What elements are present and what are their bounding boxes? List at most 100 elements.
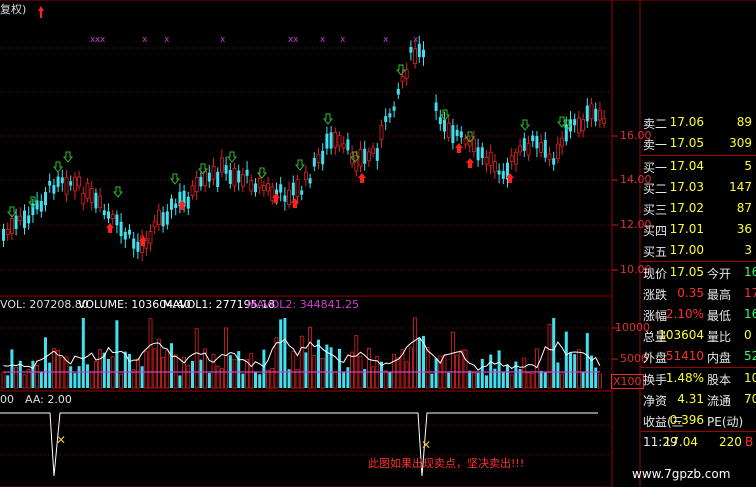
volume-bar xyxy=(102,352,106,388)
volume-bar xyxy=(425,347,430,389)
candle xyxy=(186,191,190,216)
volume-bar xyxy=(123,351,127,388)
candle xyxy=(44,186,47,212)
candle xyxy=(325,126,329,155)
volume-unit: X100 xyxy=(611,374,644,389)
candle xyxy=(388,108,392,123)
volume-bar xyxy=(552,318,556,388)
candle xyxy=(115,210,119,234)
volume-bar xyxy=(450,331,455,389)
volume-bar xyxy=(573,354,577,388)
sell-marker-2: ✕ xyxy=(421,438,431,452)
ask-row[interactable]: 卖二 17.06 89 xyxy=(641,112,756,133)
candle xyxy=(128,224,131,239)
candle xyxy=(9,214,14,240)
candle xyxy=(161,206,165,233)
fund-row: 换手 1.48% 股本 10 xyxy=(643,371,756,387)
candle xyxy=(556,136,560,164)
candle xyxy=(123,227,127,249)
candle xyxy=(471,130,476,158)
volume-bar xyxy=(417,338,421,388)
candle xyxy=(547,146,552,166)
mavol2-label: MAVOL2: 344841.25 xyxy=(247,298,360,311)
x-marker: x xyxy=(340,35,346,45)
volume-bar xyxy=(413,317,418,389)
candle xyxy=(27,206,31,230)
volume-bar xyxy=(207,373,211,388)
x-marker: x xyxy=(320,35,326,45)
volume-bar xyxy=(430,373,434,388)
volume-bar xyxy=(52,347,56,389)
candle xyxy=(484,149,489,173)
volume-bar xyxy=(77,366,81,388)
bid-row[interactable]: 买五 17.00 3 xyxy=(641,240,756,261)
volume-bar xyxy=(14,366,19,389)
candle xyxy=(170,194,173,219)
chart-title: 复权) xyxy=(0,3,27,16)
volume-bar xyxy=(585,333,589,388)
bid-row[interactable]: 买二 17.03 147 xyxy=(641,177,756,198)
volume-bar xyxy=(237,351,241,388)
candle xyxy=(295,174,300,205)
ask-row[interactable]: 卖一 17.05 309 xyxy=(641,133,756,154)
candle xyxy=(207,164,211,188)
buy-arrow-icon xyxy=(466,158,474,168)
volume-bar xyxy=(366,348,371,389)
volume-bar xyxy=(135,358,140,389)
volume-bar xyxy=(215,365,220,389)
volume-bar xyxy=(39,372,43,388)
candle xyxy=(552,151,556,171)
candle xyxy=(136,233,140,260)
bid-row[interactable]: 买四 17.01 36 xyxy=(641,219,756,240)
bid-row[interactable]: 买三 17.02 87 xyxy=(641,198,756,219)
candle xyxy=(77,170,81,191)
candle xyxy=(64,170,69,203)
candle xyxy=(480,142,484,166)
volume-bar xyxy=(392,354,397,389)
x-marker: x xyxy=(413,35,419,45)
x-marker: x xyxy=(100,35,106,45)
candle xyxy=(18,207,23,226)
candle xyxy=(52,178,56,200)
stat-row: 现价 17.05 今开 16 xyxy=(643,265,756,281)
volume-bar xyxy=(35,365,39,389)
bid-row[interactable]: 买一 17.04 5 xyxy=(641,156,756,177)
fund-row: 净资 4.31 流通 70 xyxy=(643,392,756,408)
volume-bar xyxy=(522,357,527,389)
volume-bar xyxy=(547,323,552,389)
candle xyxy=(337,131,342,152)
volume-bar xyxy=(249,353,254,389)
volume-bar xyxy=(56,349,60,389)
candle xyxy=(98,187,102,213)
x-marker: x xyxy=(220,35,226,45)
candle xyxy=(598,101,602,128)
volume-bar xyxy=(333,371,338,389)
candle xyxy=(501,163,505,185)
volume-bar xyxy=(535,348,539,389)
candle xyxy=(69,175,73,191)
volume-bar xyxy=(89,371,94,389)
volume-bar xyxy=(560,373,564,389)
candle xyxy=(492,154,497,179)
volume-bar xyxy=(211,354,216,389)
candle xyxy=(535,130,539,158)
volume-bar xyxy=(526,372,531,389)
volume-bar xyxy=(44,337,47,388)
candle xyxy=(506,157,509,188)
volume-bar xyxy=(81,318,85,388)
candle xyxy=(240,167,245,193)
volume-bar xyxy=(152,348,157,389)
candle xyxy=(467,135,472,153)
volume-bar xyxy=(476,372,480,388)
volume-bar xyxy=(530,373,535,389)
indicator-name: 00 xyxy=(0,393,14,406)
candle xyxy=(308,173,312,189)
candle xyxy=(60,169,64,192)
candle xyxy=(152,215,157,235)
sell-arrow-icon xyxy=(294,159,306,171)
candle xyxy=(476,138,480,167)
volume-bar xyxy=(48,362,52,388)
candle xyxy=(312,152,316,172)
candle xyxy=(132,231,136,258)
volume-bar xyxy=(194,328,199,389)
